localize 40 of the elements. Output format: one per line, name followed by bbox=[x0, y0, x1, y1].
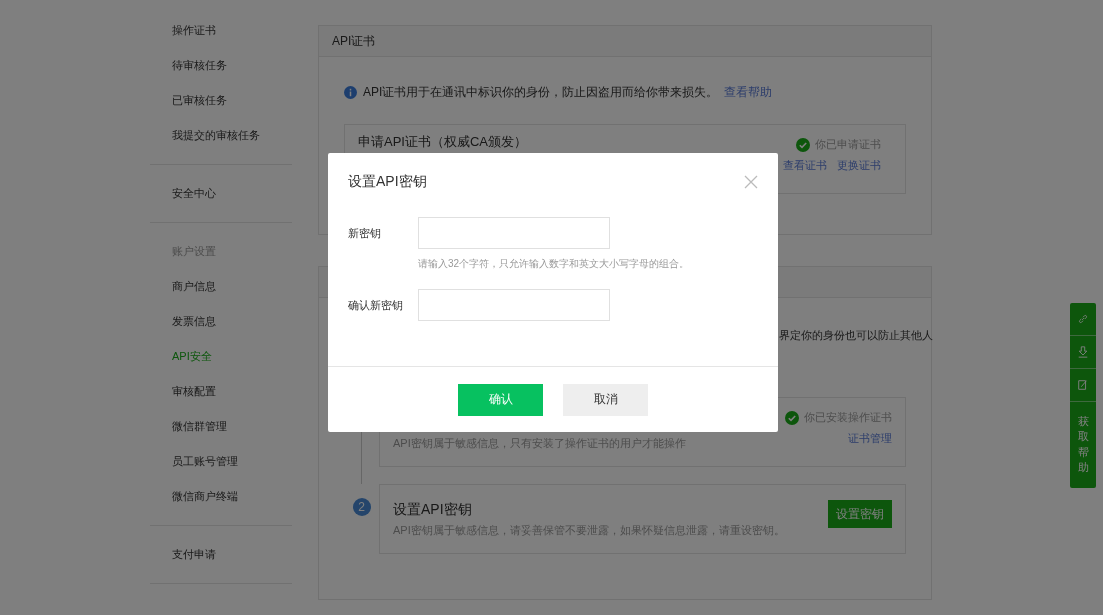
sidebar-item[interactable]: 安全中心 bbox=[150, 179, 292, 214]
sidebar-item[interactable]: 微信群管理 bbox=[150, 412, 292, 447]
close-icon[interactable] bbox=[744, 175, 758, 189]
panel-title: 申请API证书（权威CA颁发） bbox=[358, 134, 527, 150]
sidebar-item[interactable]: 操作证书 bbox=[150, 16, 292, 51]
sidebar-item[interactable]: 我提交的审核任务 bbox=[150, 121, 292, 156]
notice-text: API证书用于在通讯中标识你的身份，防止因盗用而给你带来损失。 bbox=[363, 85, 719, 99]
info-icon bbox=[344, 85, 357, 99]
step-title: 设置API密钥 bbox=[393, 501, 473, 519]
card-header: API证书 bbox=[319, 26, 931, 57]
cancel-button[interactable]: 取消 bbox=[563, 383, 648, 416]
set-key-button[interactable]: 设置密钥 bbox=[828, 500, 892, 528]
edit-icon[interactable] bbox=[1077, 379, 1089, 391]
check-circle-icon bbox=[796, 137, 810, 152]
field-hint: 请输入32个字符，只允许输入数字和英文大小写字母的组合。 bbox=[418, 257, 690, 271]
certificate-link[interactable]: 更换证书 bbox=[837, 158, 881, 173]
certificate-link[interactable]: 查看证书 bbox=[783, 158, 827, 173]
sidebar-item[interactable]: 发票信息 bbox=[150, 307, 292, 342]
manage-link[interactable]: 证书管理 bbox=[848, 431, 892, 446]
help-button[interactable]: 获取帮助 bbox=[1077, 402, 1089, 488]
step-number: 2 bbox=[352, 498, 371, 516]
sidebar-item[interactable]: 商户信息 bbox=[150, 272, 292, 307]
check-circle-icon bbox=[785, 410, 799, 425]
help-link[interactable]: 查看帮助 bbox=[724, 85, 773, 99]
field-label: 新密钥 bbox=[348, 226, 381, 241]
sidebar-item[interactable]: 审核配置 bbox=[150, 377, 292, 412]
notice-text: 界定你的身份也可以防止其他人 bbox=[779, 328, 933, 342]
input-field[interactable] bbox=[418, 217, 610, 249]
input-field[interactable] bbox=[418, 289, 610, 321]
download-icon[interactable] bbox=[1077, 346, 1089, 358]
sidebar-item[interactable]: 员工账号管理 bbox=[150, 447, 292, 482]
field-label: 确认新密钥 bbox=[348, 298, 403, 313]
sidebar-item[interactable]: 待审核任务 bbox=[150, 51, 292, 86]
sidebar-item[interactable]: 支付申请 bbox=[150, 540, 292, 575]
sidebar-item[interactable]: 已审核任务 bbox=[150, 86, 292, 121]
dialog-title: 设置API密钥 bbox=[348, 173, 427, 191]
sidebar-item[interactable]: API安全 bbox=[150, 342, 292, 377]
link-icon[interactable] bbox=[1077, 313, 1089, 325]
confirm-button[interactable]: 确认 bbox=[458, 383, 543, 416]
sidebar-item[interactable]: 微信商户终端 bbox=[150, 482, 292, 517]
